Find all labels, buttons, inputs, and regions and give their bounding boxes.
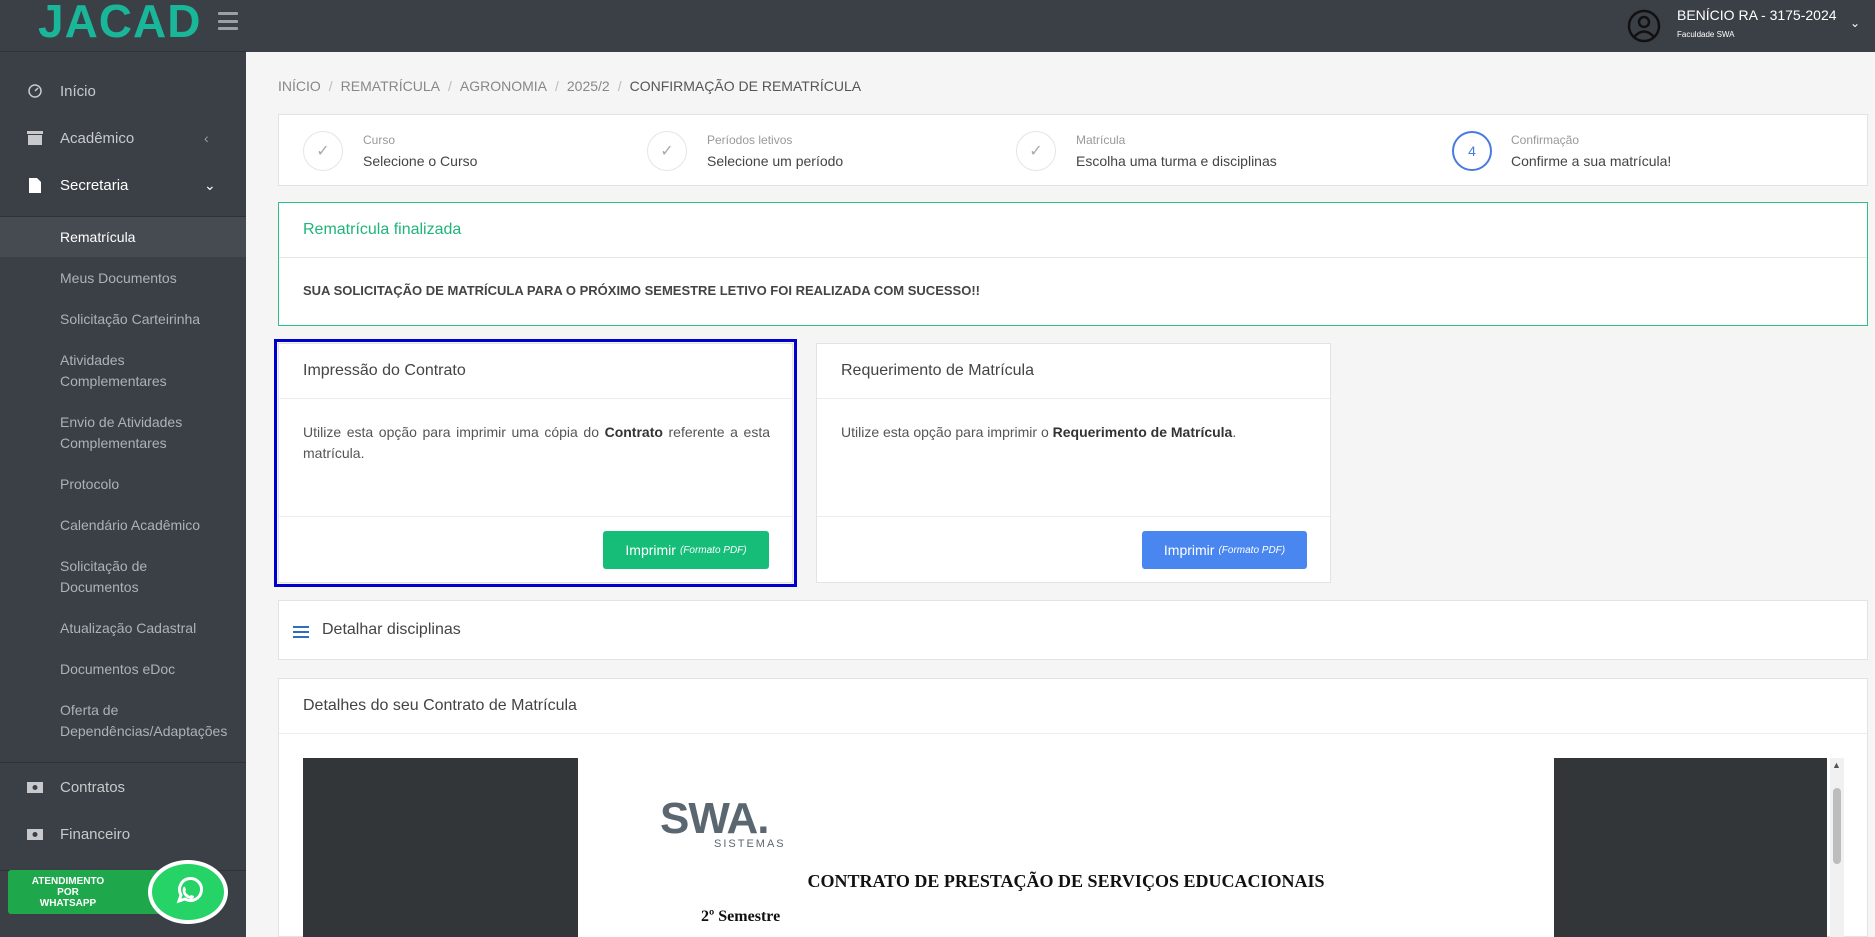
check-icon: ✓: [1016, 131, 1056, 171]
breadcrumb: INÍCIO / REMATRÍCULA / AGRONOMIA/ 2025/2/ …: [278, 78, 862, 94]
sidebar-item-inicio[interactable]: Início: [0, 80, 246, 102]
document-icon: [27, 177, 43, 193]
pdf-scrollbar[interactable]: ▲: [1830, 758, 1844, 937]
chevron-down-icon[interactable]: ⌄: [1850, 16, 1860, 30]
divider: [817, 398, 1330, 399]
sidebar-subitem-rematricula[interactable]: Rematrícula: [0, 217, 246, 257]
sidebar-item-label: Secretaria: [60, 176, 129, 194]
sidebar-item-label: Início: [60, 82, 96, 100]
divider: [0, 762, 246, 763]
sidebar-subitem-protocolo[interactable]: Protocolo: [0, 474, 246, 495]
success-title: Rematrícula finalizada: [303, 221, 462, 238]
scroll-up-icon[interactable]: ▲: [1832, 760, 1841, 770]
breadcrumb-inicio[interactable]: INÍCIO: [278, 78, 321, 94]
sidebar-subitem-solicitacao-carteirinha[interactable]: Solicitação Carteirinha: [0, 309, 246, 330]
disciplines-title: Detalhar disciplinas: [322, 621, 461, 638]
list-icon: [293, 626, 309, 638]
check-icon: ✓: [303, 131, 343, 171]
print-contract-button[interactable]: Imprimir (Formato PDF): [603, 531, 769, 569]
chevron-left-icon: ‹: [204, 130, 209, 146]
sidebar-item-financeiro[interactable]: Financeiro: [0, 823, 246, 845]
breadcrumb-rematricula[interactable]: REMATRÍCULA: [341, 78, 440, 94]
pdf-heading: CONTRATO DE PRESTAÇÃO DE SERVIÇOS EDUCAC…: [807, 871, 1325, 891]
pdf-viewer[interactable]: SWA. SISTEMAS CONTRATO DE PRESTAÇÃO DE S…: [303, 758, 1827, 937]
sidebar-item-label: Acadêmico: [60, 129, 135, 147]
archive-icon: [27, 130, 43, 146]
contract-print-panel: Impressão do Contrato Utilize esta opção…: [278, 343, 793, 583]
logo-bar: JACAD: [0, 0, 246, 52]
breadcrumb-periodo[interactable]: 2025/2: [567, 78, 610, 94]
sidebar-item-academico[interactable]: Acadêmico ‹: [0, 127, 246, 149]
divider: [817, 516, 1330, 517]
sidebar-subitem-calendario[interactable]: Calendário Acadêmico: [0, 515, 246, 536]
user-institution: Faculdade SWA: [1677, 30, 1735, 39]
sidebar-subitem-oferta-dependencias[interactable]: Oferta de Dependências/Adaptações: [0, 700, 246, 742]
divider: [279, 398, 792, 399]
sidebar: JACAD Início Acadêmico ‹ Secretaria ⌄ Re…: [0, 0, 246, 937]
sidebar-subitem-documentos-edoc[interactable]: Documentos eDoc: [0, 659, 246, 680]
swa-logo-subtitle: SISTEMAS: [714, 838, 786, 850]
check-icon: ✓: [647, 131, 687, 171]
divider: [279, 257, 1867, 258]
pdf-page: SWA. SISTEMAS CONTRATO DE PRESTAÇÃO DE S…: [578, 758, 1554, 937]
breadcrumb-current: CONFIRMAÇÃO DE REMATRÍCULA: [629, 78, 862, 94]
divider: [279, 516, 792, 517]
sidebar-subitem-atualizacao-cadastral[interactable]: Atualização Cadastral: [0, 618, 246, 639]
swa-logo: SWA.: [660, 794, 769, 843]
requirement-print-panel: Requerimento de Matrícula Utilize esta o…: [816, 343, 1331, 583]
whatsapp-button[interactable]: ATENDIMENTO POR WHATSAPP: [8, 860, 228, 924]
sidebar-subitem-envio-atividades[interactable]: Envio de Atividades Complementares: [0, 412, 200, 454]
scroll-thumb[interactable]: [1833, 788, 1841, 864]
money-icon: [27, 826, 43, 842]
user-avatar-icon[interactable]: [1626, 8, 1662, 44]
jacad-logo[interactable]: JACAD: [38, 0, 201, 48]
step-number: 4: [1452, 131, 1492, 171]
whatsapp-icon: [148, 860, 228, 924]
stepper: ✓ Curso Selecione o Curso ✓ Períodos let…: [278, 114, 1868, 186]
sidebar-subitem-atividades-complementares[interactable]: Atividades Complementares: [0, 350, 200, 392]
success-panel: Rematrícula finalizada SUA SOLICITAÇÃO D…: [278, 202, 1868, 326]
sidebar-subitem-solicitacao-documentos[interactable]: Solicitação de Documentos: [0, 556, 170, 598]
breadcrumb-curso[interactable]: AGRONOMIA: [460, 78, 547, 94]
success-message: SUA SOLICITAÇÃO DE MATRÍCULA PARA O PRÓX…: [303, 283, 980, 298]
topbar: BENÍCIO RA - 3175-2024 Faculdade SWA ⌄: [246, 0, 1875, 52]
sidebar-item-secretaria[interactable]: Secretaria ⌄: [0, 174, 246, 196]
pdf-semester: 2º Semestre: [701, 908, 781, 925]
menu-toggle-icon[interactable]: [218, 12, 238, 30]
sidebar-item-label: Financeiro: [60, 825, 131, 843]
chevron-down-icon: ⌄: [204, 176, 216, 193]
sidebar-item-label: Contratos: [60, 778, 126, 796]
divider: [279, 733, 1867, 734]
money-icon: [27, 779, 43, 795]
sidebar-subitem-meus-documentos[interactable]: Meus Documentos: [0, 268, 246, 289]
disciplines-toggle[interactable]: Detalhar disciplinas: [278, 600, 1868, 660]
sidebar-item-contratos[interactable]: Contratos: [0, 776, 246, 798]
panel-title: Impressão do Contrato: [303, 362, 466, 379]
print-requirement-button[interactable]: Imprimir (Formato PDF): [1142, 531, 1307, 569]
panel-description: Utilize esta opção para imprimir o Reque…: [841, 424, 1237, 440]
dashboard-icon: [27, 83, 43, 99]
panel-title: Detalhes do seu Contrato de Matrícula: [303, 697, 577, 714]
whatsapp-label: ATENDIMENTO POR WHATSAPP: [8, 870, 168, 914]
panel-title: Requerimento de Matrícula: [841, 362, 1034, 379]
user-name[interactable]: BENÍCIO RA - 3175-2024: [1677, 7, 1837, 23]
panel-description: Utilize esta opção para imprimir uma cóp…: [303, 424, 771, 461]
